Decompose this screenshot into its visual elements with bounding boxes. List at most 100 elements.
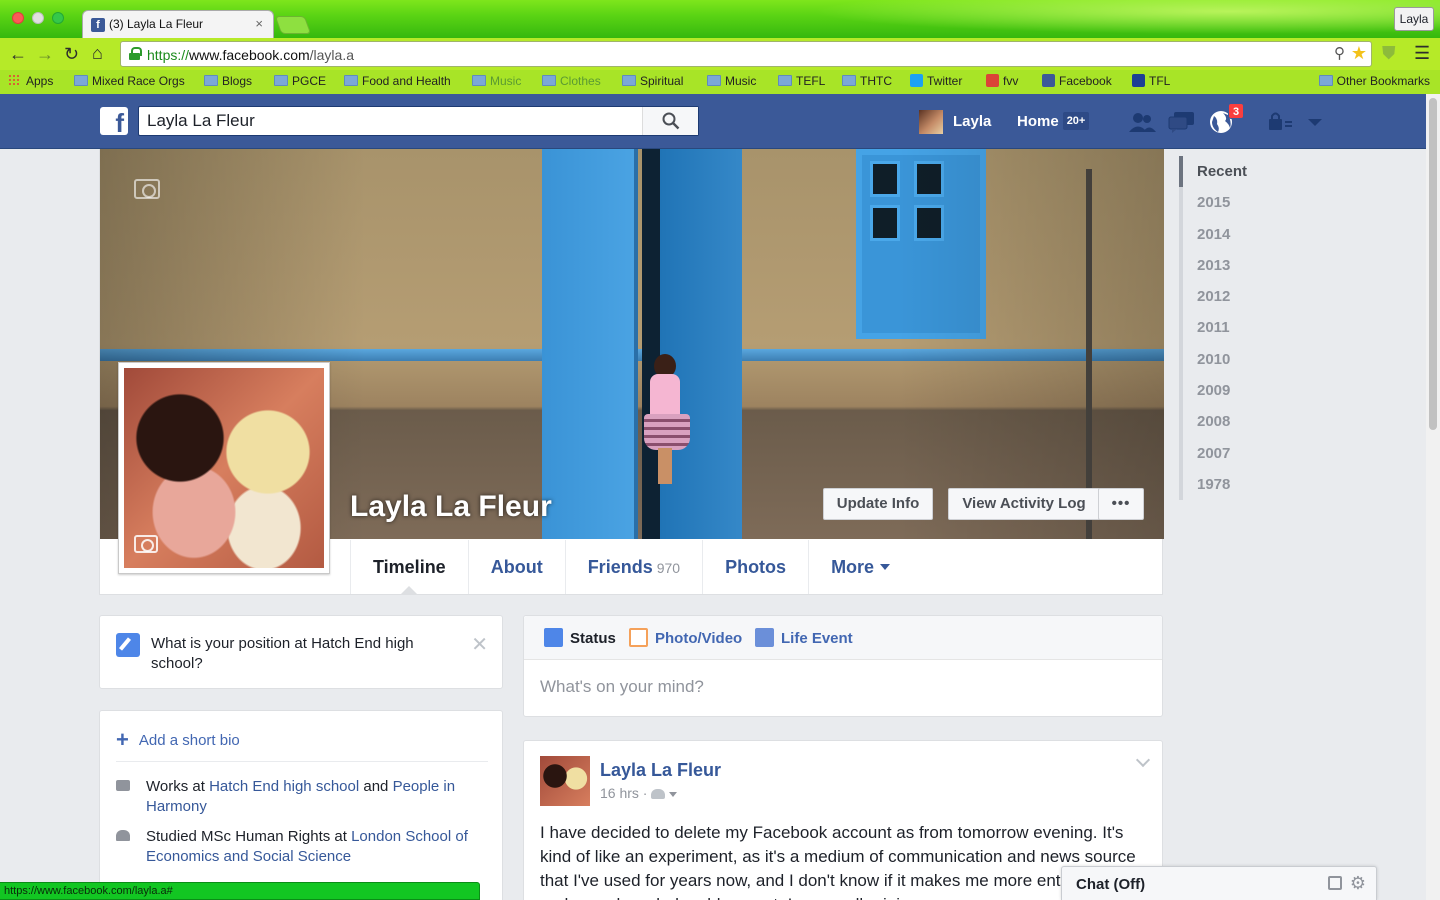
profile-picture[interactable] <box>118 362 330 574</box>
change-cover-camera-icon[interactable] <box>134 179 160 199</box>
window-minimize-button[interactable] <box>32 12 44 24</box>
shield-extension-icon[interactable]: ⛊ <box>1382 43 1396 63</box>
bookmark-item[interactable]: Facebook <box>1042 74 1112 88</box>
bookmark-item[interactable]: Spiritual <box>622 74 683 88</box>
profile-name[interactable]: Layla La Fleur <box>350 490 552 524</box>
year-link[interactable]: 2013 <box>1179 249 1299 282</box>
search-input[interactable] <box>139 107 639 135</box>
year-link[interactable]: 2007 <box>1179 437 1299 469</box>
year-link[interactable]: 2015 <box>1179 187 1299 219</box>
back-arrow-icon[interactable]: ← <box>9 44 27 64</box>
view-activity-log-button[interactable]: View Activity Log <box>948 488 1100 520</box>
bookmark-item[interactable]: Food and Health <box>344 74 451 88</box>
post-options-chevron-icon[interactable] <box>1135 752 1151 768</box>
bookmark-item[interactable]: Clothes <box>542 74 601 88</box>
messages-icon[interactable] <box>1168 110 1196 134</box>
bookmark-item[interactable]: Music <box>707 74 756 88</box>
tab-photos[interactable]: Photos <box>702 540 808 594</box>
tab-friends[interactable]: Friends 970 <box>564 540 702 594</box>
new-tab-button[interactable] <box>274 16 312 34</box>
composer-input[interactable]: What's on your mind? <box>540 677 704 697</box>
window-close-button[interactable] <box>12 12 24 24</box>
work-and: and <box>359 778 393 795</box>
tab-close-icon[interactable]: × <box>255 16 263 31</box>
account-menu-chevron-icon[interactable] <box>1302 110 1330 134</box>
search-button[interactable] <box>642 107 698 135</box>
tab-more[interactable]: More <box>808 540 912 594</box>
post-author-link[interactable]: Layla La Fleur <box>600 760 721 781</box>
more-options-button[interactable]: ••• <box>1098 488 1144 520</box>
window-zoom-button[interactable] <box>52 12 64 24</box>
chat-title: Chat (Off) <box>1076 876 1146 893</box>
bookmark-star-icon[interactable]: ★ <box>1351 43 1367 64</box>
tab-about[interactable]: About <box>467 540 565 594</box>
post-timestamp[interactable]: 16 hrs · <box>600 785 678 801</box>
new-message-icon[interactable] <box>1328 876 1342 890</box>
composer-photo-tab[interactable]: Photo/Video <box>629 628 742 647</box>
year-link[interactable]: 2009 <box>1179 375 1299 407</box>
year-link[interactable]: 2012 <box>1179 281 1299 313</box>
bookmark-item[interactable]: Mixed Race Orgs <box>74 74 185 88</box>
profile-question-card: What is your position at Hatch End high … <box>99 615 503 689</box>
bookmark-item[interactable]: Blogs <box>204 74 252 88</box>
work-place-link[interactable]: Hatch End high school <box>209 778 359 795</box>
friend-requests-icon[interactable] <box>1128 110 1156 134</box>
composer-status-tab[interactable]: Status <box>544 628 616 647</box>
bookmark-item[interactable]: Twitter <box>910 74 962 88</box>
bookmark-item[interactable]: TEFL <box>778 74 825 88</box>
add-bio-link[interactable]: + Add a short bio <box>116 727 240 753</box>
study-prefix: Studied MSc Human Rights at <box>146 828 352 845</box>
browser-tab-facebook[interactable]: f (3) Layla La Fleur × <box>82 10 274 38</box>
chat-sidebar-bar[interactable]: Chat (Off) ⚙ <box>1061 866 1377 900</box>
facebook-search <box>138 106 699 136</box>
home-icon[interactable]: ⌂ <box>92 43 103 63</box>
year-link[interactable]: 2011 <box>1179 312 1299 344</box>
header-profile-link[interactable]: Layla <box>919 110 991 134</box>
facebook-logo-icon[interactable]: f <box>100 107 128 138</box>
bookmark-label: Twitter <box>927 74 963 88</box>
audience-friends-icon <box>651 789 666 799</box>
bookmark-item[interactable]: TFL <box>1132 74 1170 88</box>
folder-icon <box>1318 75 1333 86</box>
forward-arrow-icon[interactable]: → <box>36 44 54 64</box>
zoom-icon[interactable]: ⚲ <box>1334 44 1345 62</box>
home-link[interactable]: Home 20+ <box>1017 110 1090 134</box>
profile-question-text[interactable]: What is your position at Hatch End high … <box>151 634 451 674</box>
bookmark-item[interactable]: fvv <box>986 74 1018 88</box>
bookmark-item[interactable]: PGCE <box>274 74 326 88</box>
bookmark-item[interactable]: THTC <box>842 74 892 88</box>
dismiss-question-icon[interactable]: ✕ <box>471 632 488 657</box>
gear-icon[interactable]: ⚙ <box>1350 873 1366 894</box>
bookmark-label: THTC <box>860 74 892 88</box>
intro-card: + Add a short bio Works at Hatch End high… <box>99 710 503 900</box>
header-user-name: Layla <box>953 113 992 130</box>
folder-icon <box>842 75 856 86</box>
menu-hamburger-icon[interactable]: ☰ <box>1414 43 1430 63</box>
year-link[interactable]: Recent <box>1179 156 1299 188</box>
tab-timeline[interactable]: Timeline <box>350 540 468 594</box>
reload-icon[interactable]: ↻ <box>64 44 79 64</box>
composer-life-event-tab[interactable]: Life Event <box>755 628 853 647</box>
change-profile-camera-icon[interactable] <box>134 535 158 553</box>
bookmark-item[interactable]: Apps <box>8 74 53 88</box>
photo-icon <box>629 628 648 647</box>
year-link[interactable]: 2014 <box>1179 218 1299 250</box>
intro-study-row: Studied MSc Human Rights at London Schoo… <box>116 827 476 867</box>
post-avatar[interactable] <box>540 756 590 806</box>
address-bar[interactable]: https://www.facebook.com/layla.a ⚲ ★ <box>120 41 1372 67</box>
year-link[interactable]: 2008 <box>1179 406 1299 438</box>
browser-profile-button[interactable]: Layla <box>1394 7 1434 31</box>
update-info-button[interactable]: Update Info <box>823 488 933 520</box>
url-path: /layla.a <box>309 47 354 63</box>
tab-label: About <box>490 557 543 577</box>
composer-tab-label: Life Event <box>781 630 853 647</box>
year-link[interactable]: 2010 <box>1179 343 1299 376</box>
friends-count: 970 <box>656 560 681 576</box>
scrollbar-thumb[interactable] <box>1429 98 1437 430</box>
page-scrollbar[interactable] <box>1426 94 1440 900</box>
bookmark-other[interactable]: Other Bookmarks <box>1318 74 1430 88</box>
folder-icon <box>204 75 218 86</box>
bookmark-item[interactable]: Music <box>472 74 521 88</box>
year-link[interactable]: 1978 <box>1179 468 1299 501</box>
privacy-shortcuts-icon[interactable] <box>1266 110 1294 134</box>
